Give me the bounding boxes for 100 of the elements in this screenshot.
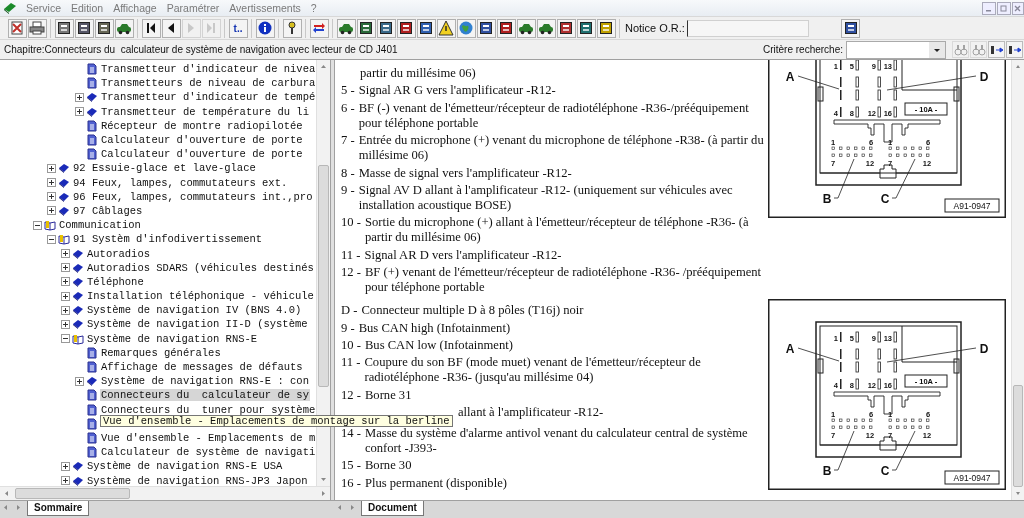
list-item-text: Bus CAN low (Infotainment): [364, 337, 513, 353]
search-button[interactable]: [1006, 41, 1023, 58]
leader-line: [891, 158, 916, 199]
tree-item[interactable]: Transmetteurs de niveau de carbura: [100, 77, 317, 90]
item-number: 12 -: [341, 265, 361, 282]
collapse-icon[interactable]: [47, 234, 56, 244]
item-number: 8 -: [341, 165, 355, 181]
tree-item[interactable]: Remarques générales: [100, 346, 222, 359]
list-item-text: Sortie du microphone (+) allant à l'émetteur/récepteur de téléphone -R36- (à partir du millésime 06): [364, 215, 750, 246]
menu-item[interactable]: Paramétrer: [161, 2, 225, 14]
tree-item[interactable]: Transmetteur d'indicateur de nivea: [100, 63, 317, 76]
globe-icon: [458, 20, 474, 36]
tree-item[interactable]: Autoradios SDARS (véhicules destinés: [86, 261, 315, 274]
notice-field[interactable]: [686, 19, 809, 37]
toolbar-button[interactable]: [141, 18, 161, 38]
toolbar-button[interactable]: [436, 18, 456, 38]
tree-item[interactable]: 92 Essuie-glace et lave-glace: [72, 162, 257, 175]
toolbar-button[interactable]: [516, 18, 536, 38]
tree-item[interactable]: Communication: [58, 219, 142, 232]
expand-icon[interactable]: [61, 277, 70, 287]
item-number: 14 -: [341, 426, 361, 443]
toolbar-button[interactable]: [282, 18, 302, 38]
tree-item[interactable]: 91 Systèm d'infodivertissement: [72, 233, 264, 246]
tree-item[interactable]: Téléphone: [86, 275, 145, 288]
collapse-icon[interactable]: [61, 334, 70, 344]
tree-item[interactable]: Affichage de messages de défauts: [100, 361, 304, 374]
expand-icon[interactable]: [61, 291, 70, 301]
item-number: 11 -: [341, 247, 361, 263]
menu-item[interactable]: Avertissements: [224, 2, 306, 14]
expand-icon[interactable]: [61, 305, 70, 315]
expand-icon[interactable]: [61, 461, 70, 471]
minimize-icon[interactable]: [982, 1, 996, 15]
tree-item[interactable]: Système de navigation II-D (système: [86, 318, 309, 331]
expand-icon[interactable]: [75, 92, 84, 102]
info-icon: [257, 20, 273, 36]
tab[interactable]: Document: [361, 501, 424, 516]
expand-icon[interactable]: [61, 476, 70, 486]
list-item-text: partir du millésime 06): [359, 66, 477, 81]
menu-item[interactable]: Affichage: [108, 2, 162, 14]
expand-icon[interactable]: [47, 178, 56, 188]
tree-item[interactable]: Vue d'ensemble - Emplacements de m: [100, 431, 317, 444]
item-number: 9 -: [341, 320, 355, 336]
tree-item[interactable]: 94 Feux, lampes, commutateurs ext.: [72, 176, 289, 189]
tree-item[interactable]: Installation téléphonique - véhicule: [86, 290, 315, 303]
tree-item[interactable]: Récepteur de montre radiopilotée: [100, 119, 304, 132]
menu-item[interactable]: Service: [21, 2, 66, 14]
tab[interactable]: Sommaire: [27, 501, 90, 516]
expand-icon[interactable]: [47, 192, 56, 202]
list-item-text: BF (+) venant de l'émetteur/récepteur de radiotéléphone -R36- /prééquipement pour téléphone portable: [364, 265, 763, 296]
expand-icon[interactable]: [61, 319, 70, 329]
figure-code: A91-0947: [953, 473, 991, 483]
toolbar-button[interactable]: [336, 18, 356, 38]
tree-item[interactable]: Autoradios: [86, 247, 151, 260]
toolbar-button[interactable]: [255, 18, 275, 38]
toolbar-button[interactable]: [161, 18, 181, 38]
item-number: 12 -: [341, 387, 361, 403]
scrollbar-thumb[interactable]: [1013, 385, 1023, 487]
tree-item[interactable]: Système de navigation RNS-E USA: [86, 460, 284, 473]
horizontal-scrollbar[interactable]: [0, 486, 330, 500]
collapse-icon[interactable]: [33, 220, 42, 230]
menu-item[interactable]: Edition: [66, 2, 109, 14]
chapter-title: Chapitre:Connecteurs du calculateur de système de navigation avec lecteur de CD J401: [4, 44, 398, 55]
toolbar-button[interactable]: t..: [228, 18, 248, 38]
tree-item[interactable]: Connecteurs du tuner pour système: [100, 403, 317, 416]
dropdown-icon[interactable]: [929, 41, 945, 58]
tree-item[interactable]: Transmetteur de température du li: [100, 105, 310, 118]
tree-item[interactable]: Connecteurs du calculateur de sy: [100, 389, 310, 402]
expand-icon[interactable]: [47, 163, 56, 173]
tree-item[interactable]: Transmetteur d'indicateur de tempé: [100, 91, 317, 104]
vertical-scrollbar[interactable]: [1011, 60, 1024, 500]
search-button[interactable]: [988, 41, 1005, 58]
list-item-text: Connecteur multiple D à 8 pôles (T16j) noir: [361, 303, 584, 319]
list-item-text: Plus permanent (disponible): [364, 475, 507, 491]
tree-item[interactable]: Calculateur d'ouverture de porte: [100, 134, 304, 147]
tree-item[interactable]: Système de navigation RNS-JP3 Japon: [86, 474, 309, 487]
item-number: 5 -: [341, 83, 355, 99]
tree-item[interactable]: Système de navigation IV (BNS 4.0): [86, 304, 303, 317]
expand-icon[interactable]: [75, 376, 84, 386]
tree-item[interactable]: Système de navigation RNS-E : con: [100, 375, 310, 388]
tree-item[interactable]: 96 Feux, lampes, commutateurs int.,pro: [72, 190, 314, 203]
tree-item[interactable]: Système de navigation RNS-E: [86, 332, 259, 345]
figure-code: A91-0947: [953, 201, 991, 211]
close-icon[interactable]: [1012, 1, 1024, 15]
expand-icon[interactable]: [61, 263, 70, 273]
scrollbar-thumb[interactable]: [318, 165, 329, 387]
expand-icon[interactable]: [61, 249, 70, 259]
list-item-text: Coupure du son BF (mode muet) venant de l'émetteur/récepteur de radiotéléphone -R36- (jusqu'au millésime 04): [364, 355, 702, 386]
tooltip: Vue d'ensemble - Emplacements de montage sur la berline: [100, 414, 453, 427]
expand-icon[interactable]: [75, 107, 84, 117]
item-number: 10 -: [341, 215, 361, 232]
scrollbar-thumb[interactable]: [15, 488, 130, 499]
toolbar-button[interactable]: [536, 18, 556, 38]
expand-icon[interactable]: [47, 206, 56, 216]
tree-item[interactable]: Calculateur d'ouverture de porte: [100, 148, 304, 161]
tree-item[interactable]: 97 Câblages: [72, 204, 144, 217]
callout-label: C: [880, 192, 890, 206]
tree-item[interactable]: Calculateur de système de navigati: [100, 446, 317, 459]
menu-item[interactable]: ?: [305, 2, 322, 14]
toolbar-button[interactable]: [114, 18, 134, 38]
toolbar-button[interactable]: [309, 18, 329, 38]
